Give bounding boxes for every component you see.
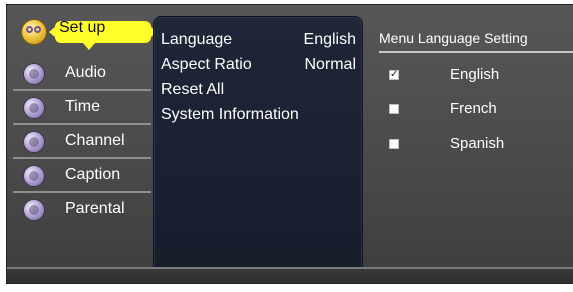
language-option-french[interactable]: French xyxy=(389,100,573,120)
setup-icon xyxy=(21,19,47,45)
menu-language-panel: Menu Language Setting ✓ English French S… xyxy=(369,5,573,267)
option-label: French xyxy=(450,100,497,117)
menu-item-label: Caption xyxy=(65,166,121,183)
reset-all-label: Reset All xyxy=(161,81,225,98)
bottom-bar xyxy=(7,267,573,283)
language-value: English xyxy=(303,31,356,48)
option-label: Spanish xyxy=(450,135,505,152)
settings-menu-frame: Set up Audio Time Channel Caption Parent… xyxy=(6,4,573,284)
menu-item-label: Audio xyxy=(65,64,106,81)
menu-item-parental[interactable]: Parental xyxy=(13,195,151,225)
parental-icon xyxy=(23,199,45,221)
option-label: English xyxy=(450,66,500,83)
menu-item-label: Parental xyxy=(65,200,125,217)
menu-item-channel[interactable]: Channel xyxy=(13,127,151,159)
panel-title: Menu Language Setting xyxy=(379,30,528,46)
checkbox[interactable] xyxy=(389,104,399,114)
channel-icon xyxy=(23,131,45,153)
menu-item-label: Time xyxy=(65,98,100,115)
checkbox-checked[interactable]: ✓ xyxy=(389,70,399,80)
chevron-down-icon xyxy=(83,43,95,50)
system-information-row[interactable]: System Information xyxy=(161,106,356,126)
aspect-ratio-row[interactable]: Aspect Ratio Normal xyxy=(161,56,356,76)
language-label: Language xyxy=(161,31,233,48)
system-information-label: System Information xyxy=(161,106,299,123)
language-option-spanish[interactable]: Spanish xyxy=(389,135,573,155)
aspect-ratio-value: Normal xyxy=(304,56,356,73)
aspect-ratio-label: Aspect Ratio xyxy=(161,56,252,73)
caption-icon xyxy=(23,165,45,187)
menu-item-caption[interactable]: Caption xyxy=(13,161,151,193)
audio-icon xyxy=(23,63,45,85)
setup-submenu-panel: Language English Aspect Ratio Normal Res… xyxy=(153,16,363,282)
reset-all-row[interactable]: Reset All xyxy=(161,81,356,101)
divider xyxy=(379,51,573,53)
menu-item-setup[interactable]: Set up xyxy=(13,17,157,50)
language-row[interactable]: Language English xyxy=(161,31,356,51)
language-option-english[interactable]: ✓ English xyxy=(389,66,573,86)
time-icon xyxy=(23,97,45,119)
checkbox[interactable] xyxy=(389,139,399,149)
menu-item-label: Channel xyxy=(65,132,125,149)
menu-item-audio[interactable]: Audio xyxy=(13,59,151,91)
menu-item-label: Set up xyxy=(59,19,106,36)
menu-item-time[interactable]: Time xyxy=(13,93,151,125)
